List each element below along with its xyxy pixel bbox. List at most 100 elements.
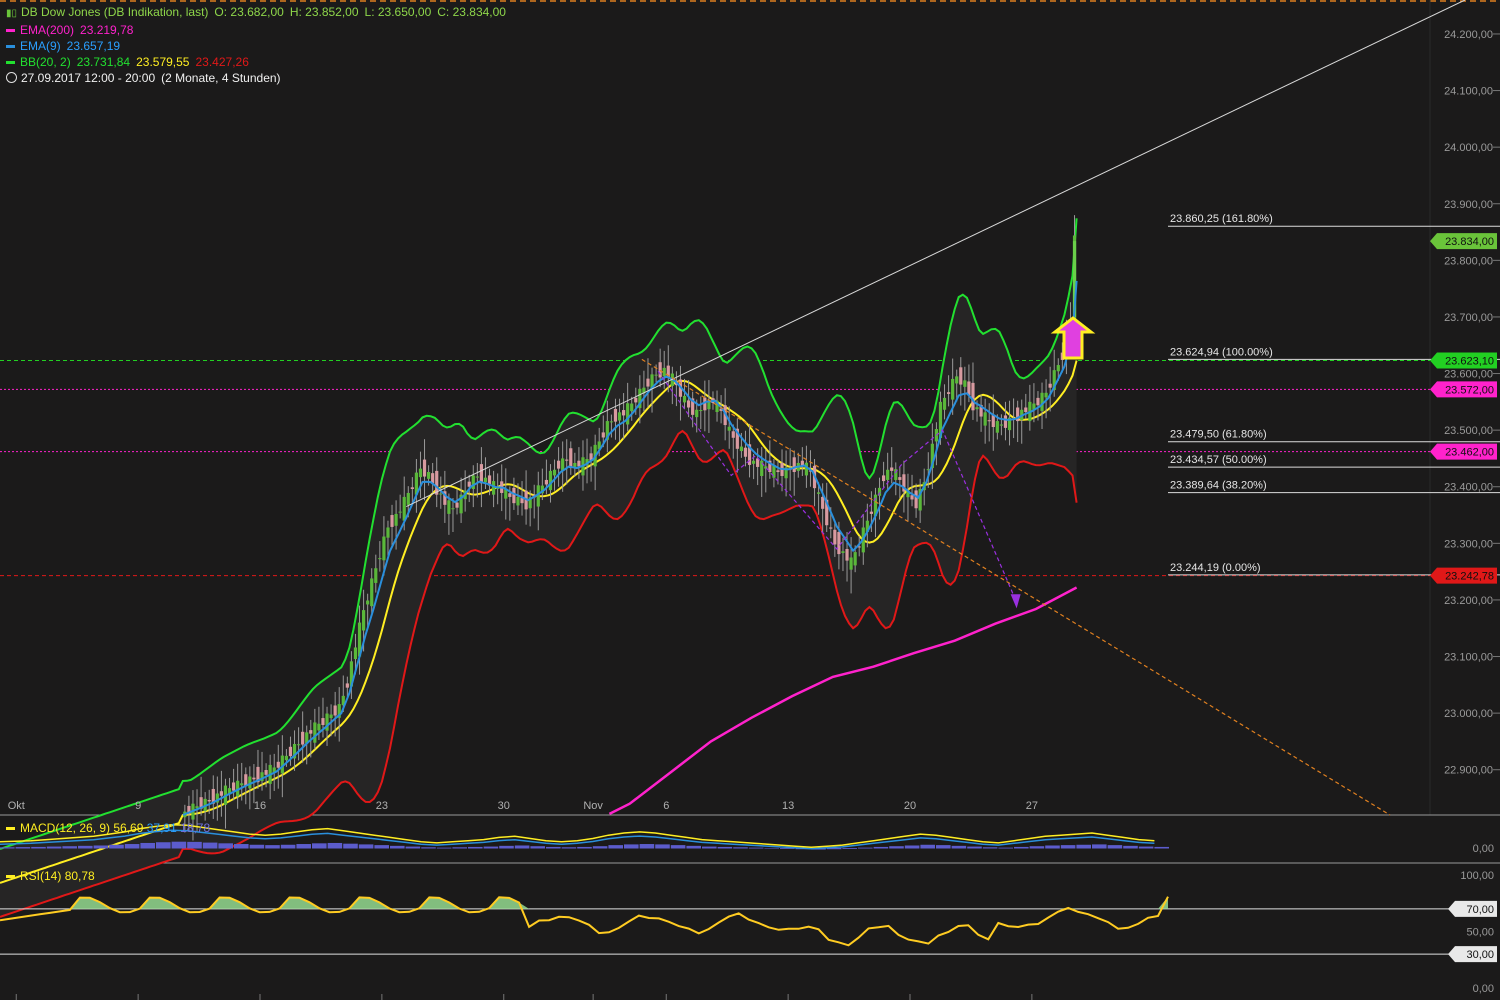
- macd-histogram-bar: [592, 846, 608, 849]
- rsi-swatch-icon: [6, 875, 15, 879]
- bb-upper-value: 23.731,84: [76, 55, 131, 69]
- candle-body: [881, 475, 886, 482]
- candle-body: [378, 558, 382, 560]
- candle-body: [886, 469, 890, 480]
- macd-histogram-bar: [31, 846, 46, 849]
- price-badge-label: 23.623,10: [1445, 356, 1494, 368]
- candle-body: [743, 447, 748, 457]
- y-tick-label: 24.200,00: [1444, 29, 1493, 41]
- candle-body: [345, 683, 349, 688]
- candle-body: [447, 500, 451, 514]
- macd-histogram-bar: [187, 841, 202, 849]
- y-tick-label: 23.800,00: [1444, 255, 1493, 267]
- candle-body: [451, 508, 455, 510]
- x-tick-label: 9: [135, 800, 141, 812]
- y-tick-label: 23.900,00: [1444, 199, 1493, 211]
- candle-body: [1048, 383, 1052, 388]
- macd-histogram-bar: [109, 844, 124, 849]
- rsi-level-badge: 30,00: [1448, 946, 1497, 963]
- ohlc-high: H: 23.852,00: [289, 5, 359, 19]
- x-tick-label: 13: [782, 800, 794, 812]
- x-tick-label: 27: [1026, 800, 1038, 812]
- macd-histogram-bar: [296, 844, 311, 849]
- candle-body: [898, 477, 902, 480]
- bb-swatch-icon: [6, 61, 15, 65]
- macd-histogram-bar: [842, 848, 857, 849]
- clock-icon: [6, 72, 17, 83]
- candle-body: [1044, 392, 1048, 398]
- candle-body: [699, 410, 703, 412]
- macd-histogram-value: 18,78: [180, 821, 211, 835]
- macd-histogram-bar: [124, 844, 140, 849]
- macd-histogram-bar: [436, 847, 452, 849]
- macd-histogram-bar: [858, 847, 873, 849]
- price-badge-label: 23.834,00: [1445, 236, 1494, 248]
- macd-histogram-bar: [702, 846, 717, 849]
- candle-body: [617, 412, 622, 421]
- macd-swatch-icon: [6, 827, 15, 831]
- macd-histogram-bar: [1029, 846, 1045, 849]
- price-chart[interactable]: 23.860,25 (161.80%) 23.624,94 (100.00%) 23…: [0, 0, 1500, 1000]
- price-badge: 23.834,00: [1430, 233, 1497, 250]
- macd-histogram-bar: [1060, 845, 1076, 849]
- candle-body: [630, 403, 634, 412]
- candle-body: [573, 462, 577, 467]
- macd-histogram-bar: [1123, 845, 1138, 849]
- macd-histogram-bar: [655, 844, 670, 849]
- rsi-tick-label: 100,00: [1460, 870, 1494, 882]
- macd-histogram-bar: [1014, 846, 1029, 849]
- macd-histogram-bar: [483, 846, 499, 849]
- candle-body: [479, 464, 484, 484]
- fib-label: 23.244,19 (0.00%): [1170, 562, 1261, 574]
- candle-body: [284, 755, 289, 761]
- macd-histogram-bar: [46, 846, 62, 849]
- candle-body: [1056, 365, 1060, 372]
- y-tick-label: 23.700,00: [1444, 312, 1493, 324]
- macd-histogram-bar: [1154, 846, 1169, 849]
- rsi-level-label: 30,00: [1466, 949, 1494, 961]
- y-tick-label: 23.100,00: [1444, 652, 1493, 664]
- candle-body: [816, 492, 821, 494]
- candle-body: [366, 600, 370, 605]
- candle-body: [626, 403, 630, 425]
- candle-body: [634, 397, 638, 403]
- candle-body: [975, 407, 979, 410]
- candle-body: [508, 493, 512, 497]
- candle-body: [910, 495, 914, 500]
- macd-histogram-bar: [1045, 845, 1060, 849]
- candle-body: [353, 647, 358, 660]
- candle-body: [609, 421, 614, 423]
- candle-body: [491, 481, 496, 495]
- macd-histogram-bar: [156, 842, 171, 849]
- candle-body: [361, 610, 366, 631]
- macd-histogram-bar: [405, 846, 421, 849]
- candle-body: [556, 460, 561, 469]
- macd-histogram-bar: [1076, 844, 1091, 849]
- candle-body: [321, 718, 325, 726]
- candle-body: [426, 472, 431, 479]
- rsi-label: RSI(14): [20, 869, 62, 883]
- rsi-legend: RSI(14) 80,78: [6, 869, 95, 883]
- macd-histogram-bar: [421, 847, 436, 849]
- x-tick-label: Okt: [8, 800, 25, 812]
- legend-ema200: EMA(200) 23.219,78: [6, 22, 512, 38]
- candle-body: [837, 532, 841, 555]
- candle-body: [552, 469, 557, 476]
- candle-body: [219, 791, 224, 796]
- candle-body: [252, 777, 256, 780]
- price-badge-label: 23.242,78: [1445, 571, 1494, 583]
- candle-body: [955, 376, 959, 384]
- macd-histogram-bar: [936, 845, 951, 849]
- candle-body: [418, 468, 423, 478]
- candle-body: [439, 493, 443, 495]
- macd-histogram-bar: [358, 844, 374, 849]
- candle-body: [963, 380, 967, 387]
- y-tick-label: 23.300,00: [1444, 538, 1493, 550]
- candle-body: [951, 378, 955, 400]
- macd-histogram-bar: [951, 845, 967, 849]
- candle-body: [410, 487, 414, 489]
- macd-histogram-bar: [982, 847, 998, 849]
- ohlc-close: C: 23.834,00: [437, 5, 506, 19]
- candle-body: [422, 459, 427, 477]
- candle-body: [309, 730, 313, 734]
